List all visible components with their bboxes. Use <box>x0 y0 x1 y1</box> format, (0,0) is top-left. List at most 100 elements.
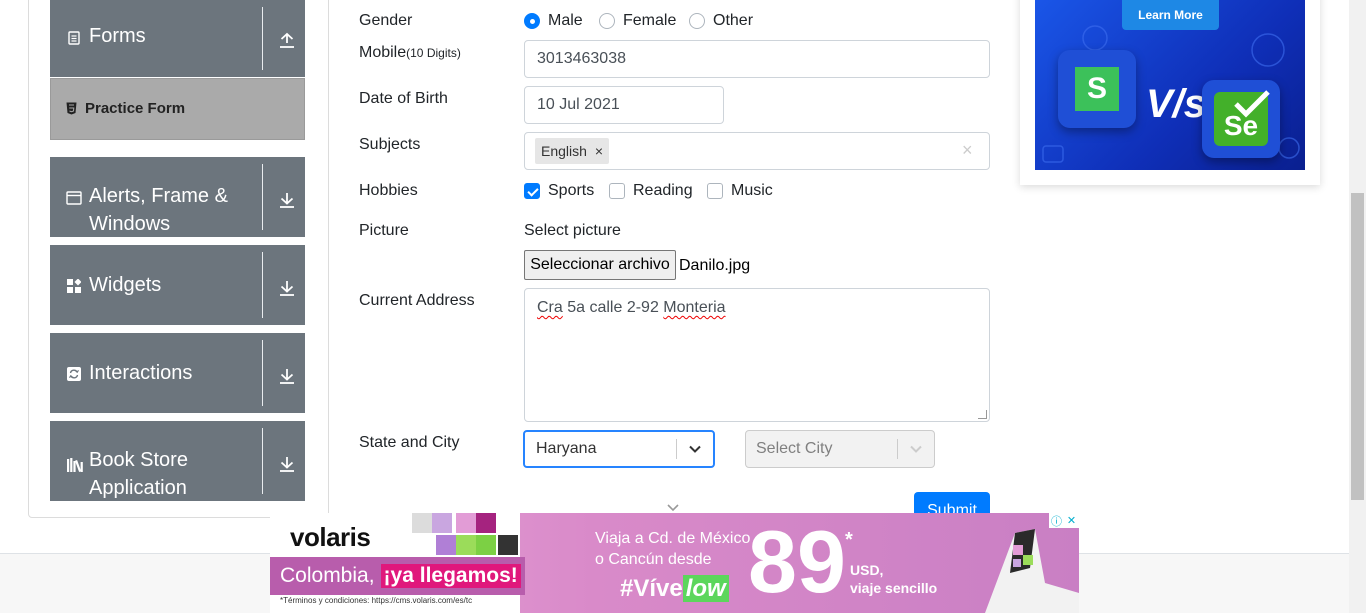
select-picture-text: Select picture <box>524 222 621 239</box>
subject-tag: English × <box>535 138 610 164</box>
checkbox-label[interactable]: Sports <box>548 182 594 200</box>
learn-more-button[interactable]: Learn More <box>1122 0 1219 30</box>
checkbox-label[interactable]: Reading <box>633 182 693 200</box>
expand-arrow-icon[interactable] <box>278 455 296 473</box>
sidebar-group-forms[interactable]: Forms <box>50 0 305 77</box>
subject-tag-label: English <box>541 143 587 159</box>
resize-handle[interactable] <box>978 410 987 419</box>
volaris-logo: volaris <box>290 522 371 552</box>
ad-offer-text: Viaja a Cd. de México o Cancún desde <box>595 528 750 570</box>
scrollbar-thumb[interactable] <box>1351 193 1364 500</box>
sidebar-item-label: Practice Form <box>85 100 186 117</box>
gender-female-radio[interactable]: Female <box>599 12 676 30</box>
expand-arrow-icon[interactable] <box>278 191 296 209</box>
dob-label: Date of Birth <box>359 90 448 107</box>
sidebar-group-title: Alerts, Frame & Windows <box>89 185 228 235</box>
picture-label: Picture <box>359 222 409 239</box>
ad-color-square <box>476 513 496 533</box>
gender-other-radio[interactable]: Other <box>689 12 753 30</box>
divider <box>262 340 263 406</box>
ad-color-square <box>436 535 456 555</box>
checkbox-indicator[interactable] <box>524 183 540 199</box>
ad-hashtag-highlight: low <box>682 575 729 602</box>
city-select[interactable]: Select City <box>745 430 935 468</box>
selected-file-name: Danilo.jpg <box>679 257 751 274</box>
address-text-part: Monteria <box>663 299 726 316</box>
sidebar-item-practice-form[interactable]: Practice Form <box>50 78 305 140</box>
dob-value: 10 Jul 2021 <box>537 96 620 113</box>
ad-price-details: USD, viaje sencillo <box>850 561 937 597</box>
ad-controls: ⓘ ✕ <box>1049 513 1079 528</box>
mobile-input[interactable]: 3013463038 <box>524 40 990 78</box>
sidebar-group-title: Widgets <box>89 274 162 296</box>
expand-arrow-icon[interactable] <box>278 279 296 297</box>
choose-file-button[interactable]: Seleccionar archivo <box>524 250 676 280</box>
ad-color-square <box>476 535 496 555</box>
city-placeholder: Select City <box>756 440 833 457</box>
ad-color-square <box>456 513 476 533</box>
ad-offer-line: Viaja a Cd. de México <box>595 530 751 547</box>
checkbox-label[interactable]: Music <box>731 182 773 200</box>
state-value: Haryana <box>536 440 597 457</box>
hobbies-label: Hobbies <box>359 182 418 199</box>
widgets-icon <box>66 278 82 294</box>
chevron-down-icon[interactable] <box>677 442 713 456</box>
state-select[interactable]: Haryana <box>523 430 715 468</box>
right-ad-banner[interactable]: Learn More S V/s Se <box>1035 0 1305 170</box>
address-text-part: Cra <box>537 299 563 316</box>
address-label: Current Address <box>359 292 475 309</box>
address-textarea[interactable]: Cra 5a calle 2-92 Monteria <box>524 288 990 422</box>
hobby-reading-checkbox[interactable]: Reading <box>609 182 693 200</box>
chevron-down-icon[interactable] <box>898 442 934 456</box>
radio-label[interactable]: Other <box>713 12 753 30</box>
radio-label[interactable]: Male <box>548 12 583 30</box>
document-icon <box>66 30 82 46</box>
ad-color-square <box>456 535 476 555</box>
hobby-music-checkbox[interactable]: Music <box>707 182 773 200</box>
mobile-value: 3013463038 <box>537 50 626 67</box>
ad-price: 89 <box>748 513 846 611</box>
remove-tag-icon[interactable]: × <box>595 143 603 159</box>
ad-headline: Colombia, ¡ya llegamos! <box>270 557 525 595</box>
radio-indicator[interactable] <box>689 13 705 29</box>
sidebar-group-interactions[interactable]: Interactions <box>50 333 305 413</box>
ad-close-icon[interactable]: ✕ <box>1064 513 1079 528</box>
dob-input[interactable]: 10 Jul 2021 <box>524 86 724 124</box>
airplane-tail-icon <box>985 529 1079 613</box>
checkbox-indicator[interactable] <box>707 183 723 199</box>
radio-indicator[interactable] <box>599 13 615 29</box>
radio-label[interactable]: Female <box>623 12 676 30</box>
checkbox-indicator[interactable] <box>609 183 625 199</box>
subjects-label: Subjects <box>359 136 421 153</box>
sidebar-group-widgets[interactable]: Widgets <box>50 245 305 325</box>
ad-info-icon[interactable]: ⓘ <box>1049 513 1064 528</box>
katalon-logo-letter: S <box>1086 72 1107 105</box>
ad-color-square <box>432 513 452 533</box>
divider <box>262 252 263 318</box>
collapse-arrow-icon[interactable] <box>278 31 296 49</box>
divider <box>262 428 263 494</box>
interactions-icon <box>66 366 82 382</box>
state-city-label: State and City <box>359 434 460 451</box>
bottom-ad-banner[interactable]: volaris Colombia, ¡ya llegamos! *Términos… <box>270 513 1079 613</box>
sidebar-group-title: Forms <box>89 25 146 47</box>
gender-male-radio[interactable]: Male <box>524 12 583 30</box>
ad-color-square <box>412 513 432 533</box>
sidebar-group-alerts-frame-windows[interactable]: Alerts, Frame & Windows <box>50 157 305 237</box>
clear-subjects-icon[interactable]: × <box>962 140 973 161</box>
mobile-hint: (10 Digits) <box>406 46 461 60</box>
versus-text: V/s <box>1146 82 1207 126</box>
ad-price-mark: * <box>845 529 853 551</box>
mobile-label: Mobile(10 Digits) <box>359 44 461 62</box>
ad-currency: USD, <box>850 562 884 578</box>
hobby-sports-checkbox[interactable]: Sports <box>524 182 594 200</box>
divider <box>262 7 263 70</box>
katalon-logo-icon: S <box>1058 50 1136 128</box>
expand-arrow-icon[interactable] <box>278 367 296 385</box>
ad-trip-type: viaje sencillo <box>850 580 938 596</box>
ad-color-square <box>498 535 518 555</box>
ad-headline-highlight: ¡ya llegamos! <box>380 564 521 588</box>
radio-indicator[interactable] <box>524 13 540 29</box>
sidebar-group-book-store[interactable]: Book Store Application <box>50 421 305 501</box>
katalon-logo-tile: S <box>1075 67 1119 111</box>
